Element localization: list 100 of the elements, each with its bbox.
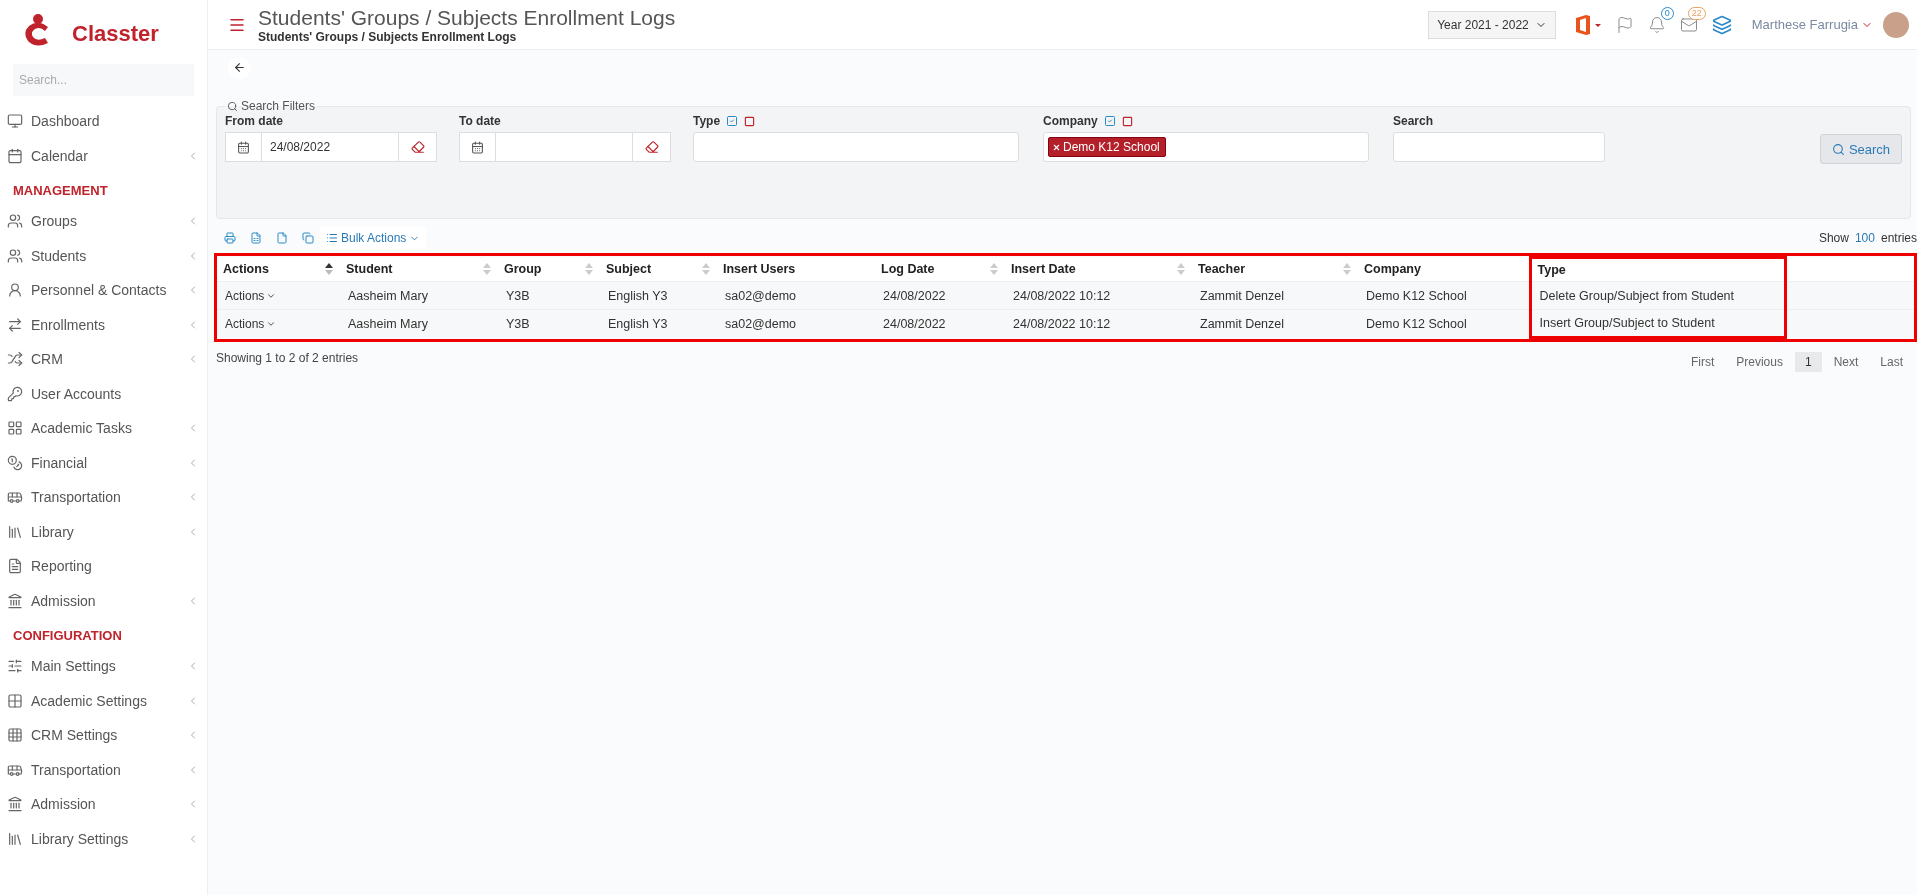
- sidebar-item[interactable]: Academic Settings: [0, 683, 207, 718]
- show-label: Show: [1818, 231, 1849, 245]
- column-header[interactable]: Student: [340, 257, 498, 282]
- sidebar-section-heading: MANAGEMENT: [12, 182, 109, 200]
- table-cell: English Y3: [608, 288, 668, 303]
- pagination-button[interactable]: Next: [1823, 352, 1869, 372]
- breadcrumb: Students' Groups / Subjects Enrollment Logs: [258, 29, 518, 44]
- pagination-button[interactable]: First: [1680, 352, 1725, 372]
- search-field[interactable]: [1393, 132, 1605, 162]
- pagination-button[interactable]: 1: [1794, 352, 1822, 372]
- table-cell: English Y3: [608, 316, 668, 331]
- user-menu[interactable]: Marthese Farrugia: [1745, 16, 1879, 33]
- table-cell: 24/08/2022: [883, 316, 946, 331]
- select-all-icon[interactable]: [726, 115, 739, 127]
- menu-item-icon: [7, 830, 23, 847]
- sidebar-item[interactable]: Admission: [0, 787, 207, 822]
- sort-icon: [1176, 263, 1186, 276]
- column-header[interactable]: Company: [1358, 257, 1530, 282]
- column-header[interactable]: Insert Users: [717, 257, 875, 282]
- selected-tag[interactable]: Demo K12 School: [1048, 137, 1166, 157]
- search-icon: [1831, 142, 1845, 156]
- menu-item-icon: [7, 558, 23, 575]
- search-button[interactable]: Search: [1820, 134, 1902, 164]
- actions-dropdown[interactable]: Actions: [225, 288, 277, 303]
- date-field[interactable]: 24/08/2022: [225, 132, 437, 162]
- flag-button[interactable]: [1615, 15, 1634, 34]
- multi-select-field[interactable]: Demo K12 School: [1043, 132, 1369, 162]
- sidebar-item[interactable]: Groups: [0, 204, 207, 239]
- sidebar-item[interactable]: Academic Tasks: [0, 411, 207, 446]
- year-select[interactable]: Year 2021 - 2022: [1428, 10, 1556, 39]
- column-header[interactable]: Log Date: [875, 257, 1005, 282]
- table-cell: Y3B: [506, 288, 530, 303]
- sidebar-item[interactable]: Admission: [0, 583, 207, 618]
- arrow-left-icon: [232, 61, 246, 74]
- sidebar-item[interactable]: Dashboard: [0, 104, 207, 139]
- sidebar-item[interactable]: CRM Settings: [0, 718, 207, 753]
- list-icon: [326, 232, 338, 244]
- table-cell: 24/08/2022 10:12: [1013, 288, 1111, 303]
- pagination-button[interactable]: Last: [1870, 352, 1913, 372]
- sidebar-item[interactable]: User Accounts: [0, 376, 207, 411]
- page-size-select[interactable]: 100: [1854, 231, 1875, 245]
- back-button[interactable]: [228, 56, 250, 79]
- filter-label: Search: [1393, 114, 1434, 128]
- sidebar-item[interactable]: Reporting: [0, 549, 207, 584]
- table-cell: Zammit Denzel: [1200, 288, 1285, 303]
- layers-icon: [1711, 14, 1732, 35]
- deselect-all-icon[interactable]: [744, 115, 756, 127]
- menu-item-icon: [7, 489, 23, 506]
- search-icon: [227, 100, 238, 112]
- table-cell: Delete Group/Subject from Student: [1539, 288, 1735, 303]
- sort-icon: [324, 263, 334, 276]
- sidebar-search-field[interactable]: Search...: [13, 64, 194, 96]
- sidebar-item[interactable]: CRM: [0, 342, 207, 377]
- mail-icon[interactable]: [1679, 15, 1698, 34]
- filter-legend: Search Filters: [241, 99, 316, 113]
- sidebar-item[interactable]: Transportation: [0, 752, 207, 787]
- pagination-button[interactable]: Previous: [1726, 352, 1793, 372]
- column-header[interactable]: Teacher: [1192, 257, 1358, 282]
- menu-item-icon: [7, 113, 23, 130]
- remove-icon[interactable]: [1052, 142, 1061, 152]
- sidebar-item[interactable]: Library Settings: [0, 821, 207, 856]
- layers-button[interactable]: [1711, 14, 1732, 35]
- deselect-all-icon[interactable]: [1121, 115, 1133, 127]
- table-cell: 24/08/2022 10:12: [1013, 316, 1111, 331]
- office-menu-button[interactable]: [1573, 13, 1602, 36]
- table-cell: 24/08/2022: [883, 288, 946, 303]
- sidebar-item[interactable]: Transportation: [0, 480, 207, 515]
- eraser-icon: [410, 140, 425, 154]
- sidebar-section-heading: CONFIGURATION: [12, 627, 123, 645]
- sort-icon: [584, 263, 594, 276]
- sidebar-item[interactable]: Financial: [0, 445, 207, 480]
- message-count: 22: [1687, 6, 1706, 20]
- column-header[interactable]: Type: [1530, 257, 1785, 282]
- menu-item-icon: [7, 420, 23, 437]
- table-cell: sa02@demo: [725, 288, 797, 303]
- column-header[interactable]: Actions: [217, 257, 340, 282]
- date-field[interactable]: [459, 132, 671, 162]
- brand-name: Classter: [72, 21, 159, 47]
- notification-count: 0: [1660, 6, 1674, 20]
- table-cell: Demo K12 School: [1366, 316, 1467, 331]
- calendar-icon: [471, 140, 484, 154]
- sidebar-item[interactable]: Students: [0, 238, 207, 273]
- menu-item-icon: [7, 247, 23, 264]
- sidebar-item[interactable]: Calendar: [0, 138, 207, 173]
- sidebar-item[interactable]: Enrollments: [0, 307, 207, 342]
- column-header[interactable]: Subject: [600, 257, 717, 282]
- menu-item-icon: [7, 523, 23, 540]
- bulk-actions-button[interactable]: Bulk Actions: [320, 227, 427, 249]
- eraser-icon: [644, 140, 659, 154]
- actions-dropdown[interactable]: Actions: [225, 316, 277, 331]
- bell-icon[interactable]: [1647, 15, 1666, 34]
- sort-icon: [482, 263, 492, 276]
- calendar-icon: [237, 140, 250, 154]
- sidebar-item[interactable]: Library: [0, 514, 207, 549]
- column-header[interactable]: Insert Date: [1005, 257, 1192, 282]
- sidebar-item[interactable]: Personnel & Contacts: [0, 273, 207, 308]
- select-all-icon[interactable]: [1103, 115, 1116, 127]
- sidebar-item[interactable]: Main Settings: [0, 649, 207, 684]
- multi-select-field[interactable]: [693, 132, 1019, 162]
- column-header[interactable]: Group: [498, 257, 600, 282]
